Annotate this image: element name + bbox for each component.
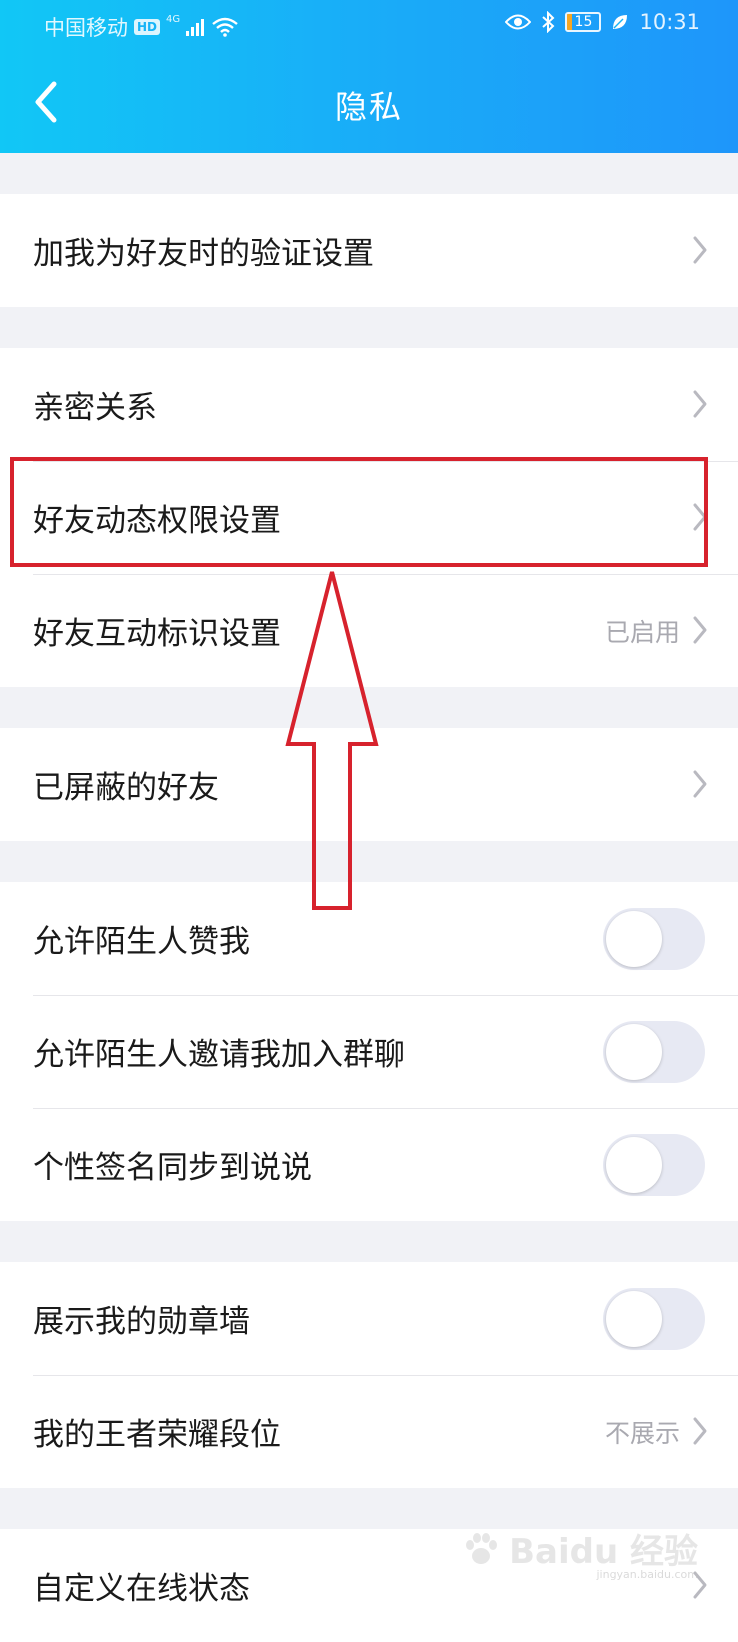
status-left: 中国移动 HD 4G: [44, 12, 238, 42]
row-value: 不展示: [604, 1418, 680, 1448]
row-blocked-friends[interactable]: 已屏蔽的好友: [0, 728, 738, 841]
chevron-right-icon: [693, 770, 707, 798]
chevron-right-icon: [693, 1417, 707, 1445]
row-show-badge-wall: 展示我的勋章墙: [0, 1262, 738, 1375]
row-intimate-relationship[interactable]: 亲密关系: [0, 348, 738, 461]
row-friend-feed-permission-settings[interactable]: 好友动态权限设置: [0, 461, 738, 574]
row-friend-verification-settings[interactable]: 加我为好友时的验证设置: [0, 194, 738, 307]
carrier-name: 中国移动: [44, 16, 128, 40]
network-type: 4G: [166, 13, 181, 25]
settings-group-strangers: 允许陌生人赞我 允许陌生人邀请我加入群聊 个性签名同步到说说: [0, 882, 738, 1221]
row-label: 已屏蔽的好友: [33, 770, 219, 806]
signal-icon: [186, 19, 205, 36]
row-allow-strangers-like: 允许陌生人赞我: [0, 882, 738, 995]
signature-sync-toggle[interactable]: [603, 1134, 705, 1196]
status-bar: 中国移动 HD 4G 15 10:31: [0, 0, 738, 50]
hd-badge: HD: [134, 19, 161, 35]
bluetooth-icon: [542, 11, 555, 33]
battery-level: [567, 14, 573, 30]
toggle-knob: [606, 1137, 662, 1193]
row-allow-strangers-invite: 允许陌生人邀请我加入群聊: [0, 995, 738, 1108]
eye-icon: [505, 14, 532, 30]
clock: 10:31: [639, 10, 700, 34]
chevron-right-icon: [693, 503, 707, 531]
chevron-right-icon: [693, 1571, 707, 1599]
row-label: 允许陌生人邀请我加入群聊: [33, 1037, 405, 1073]
row-friend-interaction-marks-settings[interactable]: 好友互动标识设置 已启用: [0, 574, 738, 687]
chevron-right-icon: [693, 616, 707, 644]
chevron-right-icon: [693, 236, 707, 264]
app-header: 中国移动 HD 4G 15 10:31 隐私: [0, 0, 738, 153]
battery-percent: 15: [574, 14, 593, 30]
row-label: 我的王者荣耀段位: [33, 1417, 281, 1453]
settings-list: 加我为好友时的验证设置 亲密关系 好友动态权限设置 好友互动标识设置 已启用 已…: [0, 153, 738, 1642]
settings-group-verification: 加我为好友时的验证设置: [0, 194, 738, 307]
settings-group-blocked: 已屏蔽的好友: [0, 728, 738, 841]
settings-group-display: 展示我的勋章墙 我的王者荣耀段位 不展示: [0, 1262, 738, 1488]
toggle-knob: [606, 1291, 662, 1347]
row-label: 个性签名同步到说说: [33, 1150, 312, 1186]
row-label: 展示我的勋章墙: [33, 1304, 250, 1340]
row-label: 允许陌生人赞我: [33, 924, 250, 960]
show-badge-wall-toggle[interactable]: [603, 1288, 705, 1350]
toggle-knob: [606, 911, 662, 967]
settings-group-friends: 亲密关系 好友动态权限设置 好友互动标识设置 已启用: [0, 348, 738, 687]
row-label: 自定义在线状态: [33, 1571, 250, 1607]
row-honor-of-kings-rank[interactable]: 我的王者荣耀段位 不展示: [0, 1375, 738, 1488]
row-signature-sync: 个性签名同步到说说: [0, 1108, 738, 1221]
row-custom-online-status[interactable]: 自定义在线状态: [0, 1529, 738, 1642]
battery-icon: 15: [565, 12, 602, 32]
wifi-icon: [212, 17, 238, 37]
allow-strangers-invite-toggle[interactable]: [603, 1021, 705, 1083]
settings-group-status: 自定义在线状态: [0, 1529, 738, 1642]
row-value: 已启用: [604, 617, 680, 647]
row-label: 好友动态权限设置: [33, 503, 281, 539]
leaf-icon: [613, 15, 628, 29]
toggle-knob: [606, 1024, 662, 1080]
allow-strangers-like-toggle[interactable]: [603, 908, 705, 970]
row-label: 好友互动标识设置: [33, 616, 281, 652]
page-title: 隐私: [334, 88, 403, 126]
row-label: 亲密关系: [33, 390, 157, 426]
status-right: 15 10:31: [505, 10, 700, 34]
chevron-right-icon: [693, 390, 707, 418]
row-label: 加我为好友时的验证设置: [33, 236, 374, 272]
